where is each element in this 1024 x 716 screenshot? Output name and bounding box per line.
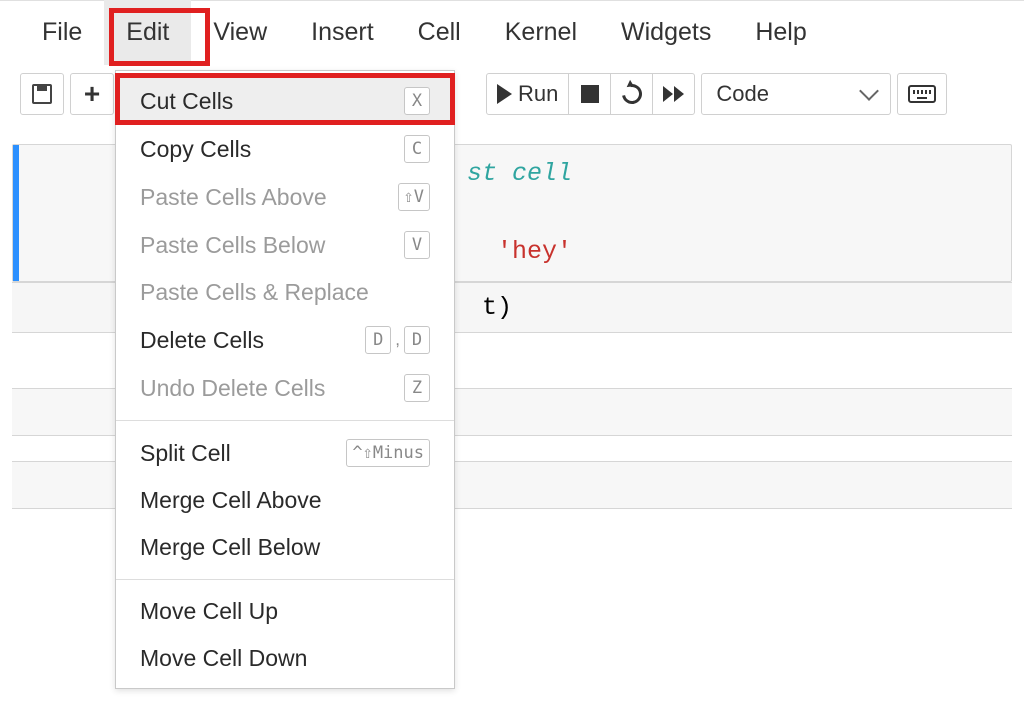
menu-file[interactable]: File: [20, 0, 104, 65]
chevron-down-icon: [859, 81, 879, 101]
plus-icon: +: [84, 80, 100, 108]
toolbar-add-group: +: [70, 73, 114, 115]
toolbar-run-group: Run: [486, 73, 695, 115]
dd-shortcut: ⇧V: [398, 183, 430, 211]
command-palette-button[interactable]: [898, 74, 946, 114]
code-tail: t): [482, 293, 512, 322]
dd-paste-replace: Paste Cells & Replace: [116, 269, 454, 316]
dd-move-down[interactable]: Move Cell Down: [116, 635, 454, 682]
dd-shortcut: X: [404, 87, 430, 115]
dd-move-up[interactable]: Move Cell Up: [116, 588, 454, 635]
dd-shortcut: ^⇧Minus: [346, 439, 430, 467]
menubar: File Edit View Insert Cell Kernel Widget…: [0, 0, 1024, 64]
dd-delete-cells[interactable]: Delete Cells D,D: [116, 316, 454, 364]
dd-label: Paste Cells & Replace: [140, 279, 369, 306]
dd-cut-cells[interactable]: Cut Cells X: [116, 77, 454, 125]
code-text: [467, 237, 482, 266]
dd-paste-below: Paste Cells Below V: [116, 221, 454, 269]
keyboard-icon: [908, 85, 936, 103]
dd-undo-delete: Undo Delete Cells Z: [116, 364, 454, 412]
menu-kernel[interactable]: Kernel: [483, 0, 599, 65]
dd-shortcut: D,D: [365, 326, 430, 354]
dd-shortcut: C: [404, 135, 430, 163]
dd-shortcut: Z: [404, 374, 430, 402]
interrupt-button[interactable]: [568, 74, 610, 114]
run-label: Run: [518, 81, 558, 107]
dd-label: Merge Cell Above: [140, 487, 322, 514]
save-button[interactable]: [21, 74, 63, 114]
toolbar-palette-group: [897, 73, 947, 115]
restart-run-all-button[interactable]: [652, 74, 694, 114]
toolbar-save-group: [20, 73, 64, 115]
stop-icon: [581, 85, 599, 103]
dd-merge-above[interactable]: Merge Cell Above: [116, 477, 454, 524]
dd-shortcut: V: [404, 231, 430, 259]
dd-label: Move Cell Down: [140, 645, 307, 672]
cell-1-content: st cell 'hey': [449, 145, 590, 281]
menu-insert[interactable]: Insert: [289, 0, 396, 65]
dd-label: Cut Cells: [140, 88, 233, 115]
save-icon: [32, 84, 52, 104]
dd-label: Undo Delete Cells: [140, 375, 325, 402]
dd-separator: [116, 420, 454, 421]
code-comment: st cell: [467, 159, 572, 188]
dd-label: Move Cell Up: [140, 598, 278, 625]
menu-view[interactable]: View: [191, 0, 289, 65]
code-string: 'hey': [482, 237, 572, 266]
dd-split-cell[interactable]: Split Cell ^⇧Minus: [116, 429, 454, 477]
dd-label: Merge Cell Below: [140, 534, 320, 561]
menu-help[interactable]: Help: [733, 0, 828, 65]
restart-button[interactable]: [610, 74, 652, 114]
play-icon: [497, 84, 512, 104]
dd-label: Paste Cells Below: [140, 232, 325, 259]
dd-merge-below[interactable]: Merge Cell Below: [116, 524, 454, 571]
dd-label: Delete Cells: [140, 327, 264, 354]
add-cell-button[interactable]: +: [71, 74, 113, 114]
edit-dropdown: Cut Cells X Copy Cells C Paste Cells Abo…: [115, 70, 455, 689]
menu-widgets[interactable]: Widgets: [599, 0, 733, 65]
dd-separator: [116, 579, 454, 580]
restart-icon: [618, 80, 646, 108]
dd-paste-above: Paste Cells Above ⇧V: [116, 173, 454, 221]
dd-label: Copy Cells: [140, 136, 251, 163]
dd-label: Paste Cells Above: [140, 184, 327, 211]
dd-copy-cells[interactable]: Copy Cells C: [116, 125, 454, 173]
fast-forward-icon: [663, 86, 684, 102]
cell-type-select[interactable]: Code: [701, 73, 891, 115]
dd-label: Split Cell: [140, 440, 231, 467]
cell-type-label: Code: [716, 81, 769, 107]
menu-cell[interactable]: Cell: [396, 0, 483, 65]
run-button[interactable]: Run: [487, 74, 568, 114]
menu-edit[interactable]: Edit: [104, 0, 191, 65]
